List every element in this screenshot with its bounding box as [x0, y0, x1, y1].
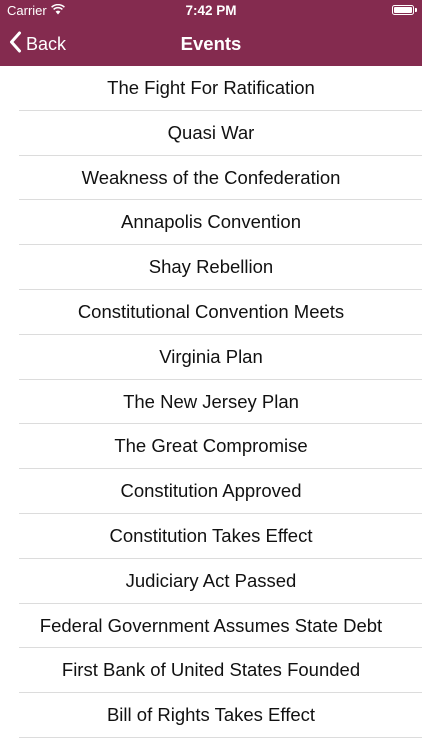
event-item[interactable]: Shay Rebellion — [0, 245, 422, 290]
event-item[interactable]: Annapolis Convention — [0, 200, 422, 245]
navigation-bar: Back Events — [0, 22, 422, 66]
event-item[interactable]: Judiciary Act Passed — [0, 559, 422, 604]
event-item[interactable]: Quasi War — [0, 111, 422, 156]
battery-icon — [392, 5, 414, 15]
event-item[interactable]: Virginia Plan — [0, 335, 422, 380]
status-bar: Carrier 7:42 PM — [0, 0, 422, 22]
event-item[interactable]: Constitutional Convention Meets — [0, 290, 422, 335]
event-item[interactable]: Bill of Rights Takes Effect — [0, 693, 422, 738]
events-list: The Fight For Ratification Quasi War Wea… — [0, 66, 422, 738]
status-time: 7:42 PM — [185, 3, 237, 18]
header: Carrier 7:42 PM Back Events — [0, 0, 422, 66]
event-item[interactable]: The Fight For Ratification — [0, 66, 422, 111]
event-item[interactable]: Weakness of the Confederation — [0, 156, 422, 201]
event-item[interactable]: First Bank of United States Founded — [0, 648, 422, 693]
event-item[interactable]: Constitution Takes Effect — [0, 514, 422, 559]
event-item[interactable]: The New Jersey Plan — [0, 380, 422, 425]
page-title: Events — [180, 33, 242, 54]
event-item[interactable]: Constitution Approved — [0, 469, 422, 514]
event-item[interactable]: The Great Compromise — [0, 424, 422, 469]
events-screen: Carrier 7:42 PM Back Events The Fight Fo… — [0, 0, 422, 750]
event-item[interactable]: Federal Government Assumes State Debt — [0, 604, 422, 649]
battery-tip — [415, 8, 417, 12]
